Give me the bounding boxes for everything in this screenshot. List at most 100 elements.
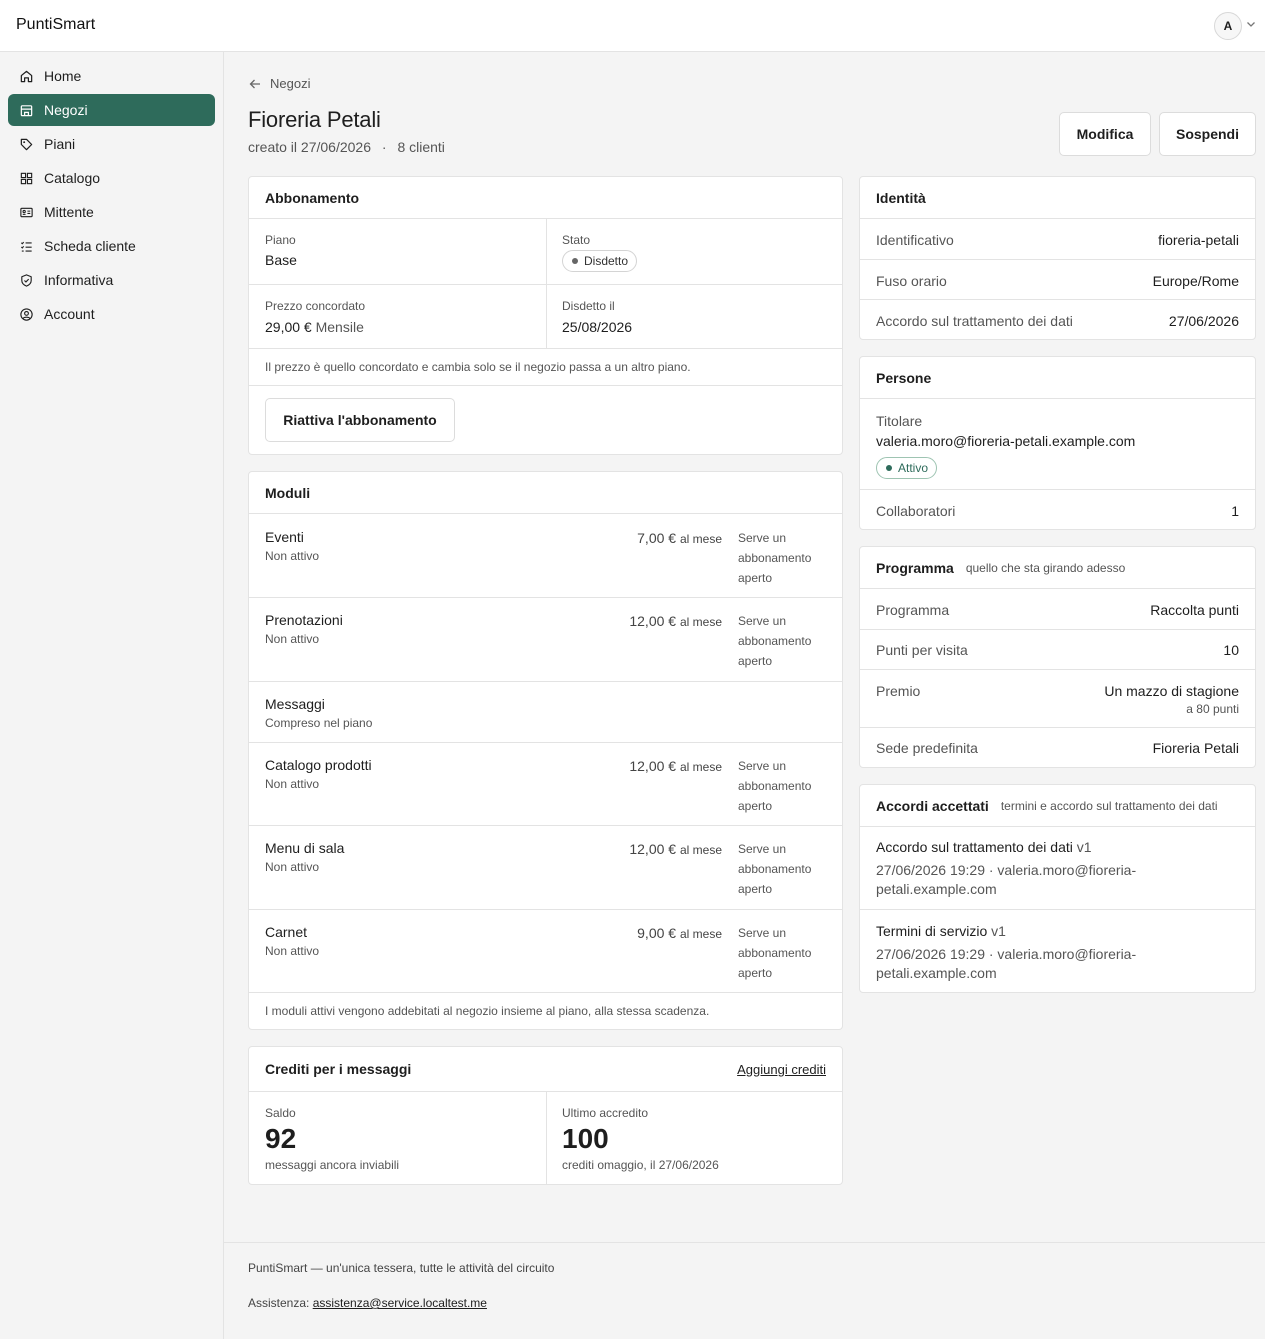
sidebar-item-negozi[interactable]: Negozi <box>8 94 215 126</box>
card-header: Programma quello che sta girando adesso <box>860 547 1255 589</box>
sidebar-item-scheda-cliente[interactable]: Scheda cliente <box>8 230 215 262</box>
module-price-period: al mese <box>679 927 722 941</box>
subscription-card: Abbonamento Piano Base Stato Disdetto Pr… <box>248 176 843 455</box>
brand-logo[interactable]: PuntiSmart <box>16 16 95 34</box>
card-title: Persone <box>860 357 1255 399</box>
module-price-amount: 7,00 € <box>637 530 677 546</box>
agreement-meta-line: petali.example.com <box>876 881 997 897</box>
client-count: 8 clienti <box>397 139 445 155</box>
sidebar-item-label: Informativa <box>44 272 114 288</box>
last-credit-label: Ultimo accredito <box>562 1106 649 1120</box>
identity-row: Fuso orario Europe/Rome <box>860 273 1255 289</box>
sidebar-item-label: Negozi <box>44 102 88 118</box>
agreement-meta: 27/06/2026 19:29 · valeria.moro@fioreria… <box>876 861 1136 899</box>
support-email-link[interactable]: assistenza@service.localtest.me <box>313 1296 487 1310</box>
balance-note: messaggi ancora inviabili <box>265 1158 400 1172</box>
points-row: Punti per visita 10 <box>860 642 1255 658</box>
module-price-period: al mese <box>679 843 722 857</box>
people-card: Persone Titolare valeria.moro@fioreria-p… <box>859 356 1256 530</box>
agreement-name: Accordo sul trattamento dei dati <box>876 839 1073 855</box>
home-icon <box>20 70 33 82</box>
checklist-icon <box>20 241 32 252</box>
sidebar-item-account[interactable]: Account <box>8 298 215 330</box>
price-amount: 29,00 € <box>265 319 312 335</box>
site-row: Sede predefinita Fioreria Petali <box>860 740 1255 756</box>
agreement-version: v1 <box>1076 839 1092 855</box>
agreement-meta: 27/06/2026 19:29 · valeria.moro@fioreria… <box>876 945 1136 983</box>
row-value: Raccolta punti <box>1150 602 1239 618</box>
identity-row: Identificativo fioreria-petali <box>860 232 1255 248</box>
row-value: Europe/Rome <box>1152 273 1239 289</box>
sidebar-item-label: Account <box>44 306 95 322</box>
cancelled-label: Disdetto il <box>562 299 615 313</box>
agreement-name: Termini di servizio <box>876 923 988 939</box>
module-name: Carnet <box>265 924 308 940</box>
arrow-left-icon <box>249 79 260 88</box>
footer-tagline: PuntiSmart — un'unica tessera, tutte le … <box>248 1261 555 1275</box>
row-label: Fuso orario <box>876 273 947 289</box>
back-link[interactable]: Negozi <box>248 76 310 91</box>
sidebar-item-mittente[interactable]: Mittente <box>8 196 215 228</box>
module-price: 12,00 € al mese <box>629 758 722 774</box>
card-title: Programma <box>876 559 954 576</box>
module-price: 12,00 € al mese <box>629 613 722 629</box>
row-value: 27/06/2026 <box>1168 313 1239 329</box>
chevron-down-icon[interactable] <box>1245 18 1257 30</box>
card-title: Identità <box>860 177 1255 219</box>
user-avatar[interactable]: A <box>1214 12 1242 40</box>
sidebar-item-home[interactable]: Home <box>8 60 215 92</box>
row-value: 1 <box>1231 503 1239 519</box>
sidebar: Home Negozi Piani Catalogo Mittente Sche… <box>0 52 224 1339</box>
sidebar-item-piani[interactable]: Piani <box>8 128 215 160</box>
agreements-card: Accordi accettati termini e accordo sul t… <box>859 784 1256 993</box>
plan-value: Base <box>265 252 297 268</box>
add-credits-link[interactable]: Aggiungi crediti <box>737 1062 826 1077</box>
module-price: 12,00 € al mese <box>629 841 722 857</box>
card-subtitle: termini e accordo sul trattamento dei da… <box>1000 798 1218 813</box>
module-price-amount: 12,00 € <box>629 613 677 629</box>
owner-label: Titolare <box>876 413 923 429</box>
module-note: Serve un abbonamento aperto <box>738 842 812 896</box>
price-value: 29,00 € Mensile <box>265 319 364 335</box>
row-value: Fioreria Petali <box>1152 740 1239 756</box>
reactivate-button[interactable]: Riattiva l'abbonamento <box>265 398 455 442</box>
module-price: 7,00 € al mese <box>637 530 722 546</box>
identity-card: Identità Identificativo fioreria-petali F… <box>859 176 1256 340</box>
last-credit-note: crediti omaggio, il 27/06/2026 <box>562 1158 719 1172</box>
module-price-amount: 12,00 € <box>629 841 677 857</box>
program-card: Programma quello che sta girando adesso P… <box>859 546 1256 768</box>
module-name: Eventi <box>265 529 304 545</box>
module-name: Catalogo prodotti <box>265 757 372 773</box>
sidebar-item-label: Home <box>44 68 82 84</box>
agreement-meta-line: petali.example.com <box>876 965 997 981</box>
sidebar-item-label: Scheda cliente <box>44 238 136 254</box>
sidebar-item-label: Catalogo <box>44 170 101 186</box>
support-label: Assistenza: <box>248 1296 310 1310</box>
module-prenotazioni: Prenotazioni Non attivo <box>265 612 343 646</box>
module-price-amount: 9,00 € <box>637 925 677 941</box>
row-label: Punti per visita <box>876 642 968 658</box>
module-state: Non attivo <box>265 549 320 563</box>
status-badge-text: Disdetto <box>584 254 629 268</box>
module-state: Compreso nel piano <box>265 716 373 730</box>
module-name: Menu di sala <box>265 840 345 856</box>
sidebar-item-label: Mittente <box>44 204 94 220</box>
top-bar: PuntiSmart A <box>0 0 1265 52</box>
shield-icon <box>21 273 32 287</box>
module-state: Non attivo <box>265 777 320 791</box>
id-card-icon <box>20 207 33 217</box>
sidebar-item-informativa[interactable]: Informativa <box>8 264 215 296</box>
plan-label: Piano <box>265 233 296 247</box>
sidebar-item-catalogo[interactable]: Catalogo <box>8 162 215 194</box>
edit-button[interactable]: Modifica <box>1059 112 1151 156</box>
suspend-button[interactable]: Sospendi <box>1159 112 1256 156</box>
balance-label: Saldo <box>265 1106 296 1120</box>
row-label: Accordo sul trattamento dei dati <box>876 313 1073 329</box>
page-title: Fioreria Petali <box>248 107 381 132</box>
agreement-meta-line: 27/06/2026 19:29 · valeria.moro@fioreria… <box>876 862 1137 878</box>
module-state: Non attivo <box>265 944 320 958</box>
separator: · <box>381 139 387 155</box>
store-icon <box>20 104 33 116</box>
row-label: Premio <box>876 683 921 699</box>
created-date: creato il 27/06/2026 <box>248 139 371 155</box>
